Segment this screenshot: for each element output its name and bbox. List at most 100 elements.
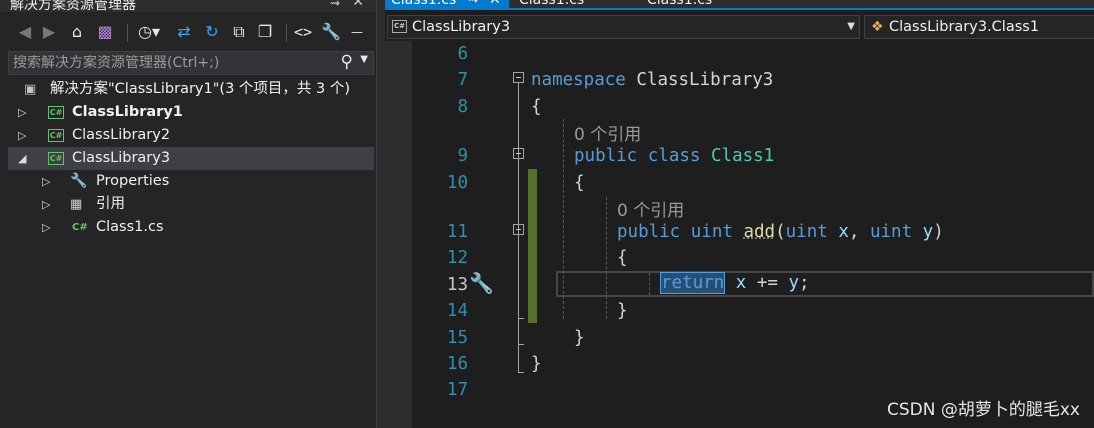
properties-wrench-icon[interactable]: 🔧: [320, 21, 342, 43]
collapsed-arrow-icon[interactable]: ▷: [42, 170, 50, 193]
outline-end: [518, 344, 524, 345]
line-number: 8: [457, 97, 468, 117]
quick-actions-icon[interactable]: 🔧: [469, 271, 494, 295]
solution-search-input[interactable]: [9, 52, 337, 74]
back-icon[interactable]: ◀: [16, 21, 34, 43]
show-all-files-icon[interactable]: ❐: [254, 21, 276, 43]
pin-tab-icon[interactable]: ⇝: [467, 0, 479, 8]
sync-icon[interactable]: ⇄: [174, 21, 194, 43]
line-number: 17: [446, 380, 468, 400]
collapsed-arrow-icon[interactable]: ▷: [18, 101, 26, 124]
tree-item-classlibrary3[interactable]: ◢ C# ClassLibrary3: [8, 147, 374, 170]
highlighted-return-keyword[interactable]: return: [660, 272, 726, 294]
line-number: 7: [457, 70, 468, 90]
switch-views-icon[interactable]: ▩: [92, 21, 118, 43]
indent-guide: [563, 119, 564, 319]
tree-item-references[interactable]: ▷ ▦ 引用: [8, 193, 374, 216]
tree-item-solution[interactable]: ▣ 解决方案"ClassLibrary1"(3 个项目，共 3 个): [8, 78, 374, 101]
line-number: 16: [446, 354, 468, 374]
glyph-margin: [385, 41, 412, 428]
type-dropdown[interactable]: ❖ ClassLibrary3.Class1: [864, 15, 1094, 39]
view-code-icon[interactable]: <>: [292, 21, 314, 43]
tab-label: Class1.cs: [519, 0, 585, 8]
code-line-11: public uint add(uint x, uint y): [617, 222, 944, 242]
indent-guide: [606, 197, 607, 319]
tree-item-properties[interactable]: ▷ 🔧 Properties: [8, 170, 374, 193]
search-icon[interactable]: ⚲: [341, 52, 353, 72]
project-dropdown[interactable]: C# ClassLibrary3 ▼: [387, 15, 860, 39]
code-line-14: }: [617, 301, 628, 321]
line-number: 10: [446, 173, 468, 193]
tab-class1-cs-2[interactable]: Class1.cs: [515, 0, 625, 8]
home-icon[interactable]: ⌂: [66, 21, 88, 43]
line-number: 15: [446, 328, 468, 348]
line-number: 11: [446, 222, 468, 242]
tree-item-label: 解决方案"ClassLibrary1"(3 个项目，共 3 个): [50, 81, 351, 97]
solution-search-box[interactable]: ⚲ ▼: [8, 51, 374, 75]
pin-icon[interactable]: ⇝: [330, 0, 340, 10]
watermark: CSDN @胡萝卜的腿毛xx: [887, 400, 1080, 420]
code-line-15: }: [574, 328, 585, 348]
tab-class1-cs-active[interactable]: Class1.cs ⇝ ✕: [385, 0, 509, 8]
solution-explorer-toolbar: ◀ ▶ ⌂ ▩ ◷▾ ⇄ ↻ ⧉ ❐ <> 🔧 —: [0, 12, 376, 50]
csharp-project-icon: C#: [48, 152, 64, 165]
refresh-icon[interactable]: ↻: [202, 21, 222, 43]
tab-label: Class1.cs: [391, 0, 457, 8]
code-area[interactable]: 6 7 8 9 10 11 12 13 14 15 16 17 🔧 namesp…: [412, 41, 1094, 428]
code-editor: Class1.cs ⇝ ✕ Class1.cs Class1.cs C# Cla…: [385, 0, 1094, 428]
codelens-references[interactable]: 0 个引用: [617, 196, 684, 221]
solution-explorer-title: 解决方案资源管理器: [10, 0, 136, 12]
code-line-9: public class Class1: [574, 146, 775, 166]
forward-icon[interactable]: ▶: [40, 21, 58, 43]
code-line-7: namespace ClassLibrary3: [531, 70, 774, 90]
solution-icon: ▣: [24, 82, 37, 97]
collapse-class-icon[interactable]: [513, 148, 524, 159]
references-icon: ▦: [70, 197, 83, 212]
collapse-method-icon[interactable]: [513, 224, 524, 235]
toolbar-overflow-icon[interactable]: —: [350, 21, 364, 43]
line-number: 6: [457, 44, 468, 64]
project-dropdown-label: ClassLibrary3: [412, 19, 511, 35]
tab-class1-cs-3[interactable]: Class1.cs: [643, 0, 753, 8]
tree-item-label: Class1.cs: [96, 219, 164, 235]
outline-end: [518, 372, 524, 373]
outline-line: [518, 235, 519, 319]
panel-splitter[interactable]: [376, 0, 385, 428]
collapse-namespace-icon[interactable]: [513, 72, 524, 83]
line-number: 14: [446, 301, 468, 321]
code-line-10: {: [574, 173, 585, 193]
tab-underline: [385, 8, 1094, 10]
tree-item-classlibrary1[interactable]: ▷ C# ClassLibrary1: [8, 101, 374, 124]
csharp-project-icon: C#: [48, 106, 64, 119]
pending-changes-filter-icon[interactable]: ◷▾: [134, 21, 164, 43]
outline-end: [518, 318, 524, 319]
collapsed-arrow-icon[interactable]: ▷: [18, 124, 26, 147]
document-tab-bar: Class1.cs ⇝ ✕ Class1.cs Class1.cs: [385, 0, 1094, 8]
line-number: 9: [457, 146, 468, 166]
csharp-file-icon: C#: [392, 20, 407, 33]
change-tracking-bar: [528, 169, 537, 323]
collapse-all-icon[interactable]: ⧉: [228, 21, 250, 43]
codelens-references[interactable]: 0 个引用: [574, 120, 641, 145]
collapsed-arrow-icon[interactable]: ▷: [42, 193, 50, 216]
solution-explorer-panel: 解决方案资源管理器 ⇝ ✕ ◀ ▶ ⌂ ▩ ◷▾ ⇄ ↻ ⧉ ❐ <> 🔧 — …: [0, 0, 376, 428]
collapsed-arrow-icon[interactable]: ▷: [42, 216, 50, 239]
current-line-highlight: [556, 271, 1094, 297]
line-number: 12: [446, 248, 468, 268]
close-tab-icon[interactable]: ✕: [489, 0, 501, 8]
tab-label: Class1.cs: [647, 0, 713, 8]
wrench-icon: 🔧: [70, 173, 88, 189]
close-icon[interactable]: ✕: [352, 0, 364, 10]
indent-guide: [649, 273, 650, 295]
tree-item-label: ClassLibrary1: [72, 104, 183, 120]
class-icon: ❖: [871, 19, 884, 35]
code-line-12: {: [617, 248, 628, 268]
tree-item-class1-cs[interactable]: ▷ C# Class1.cs: [8, 216, 374, 239]
expanded-arrow-icon[interactable]: ◢: [18, 147, 26, 170]
code-line-13: return x += y;: [660, 272, 810, 294]
search-options-dropdown-icon[interactable]: ▼: [360, 54, 368, 65]
toolbar-separator: [286, 24, 287, 42]
toolbar-separator: [127, 24, 128, 42]
tree-item-label: 引用: [96, 196, 125, 212]
tree-item-classlibrary2[interactable]: ▷ C# ClassLibrary2: [8, 124, 374, 147]
